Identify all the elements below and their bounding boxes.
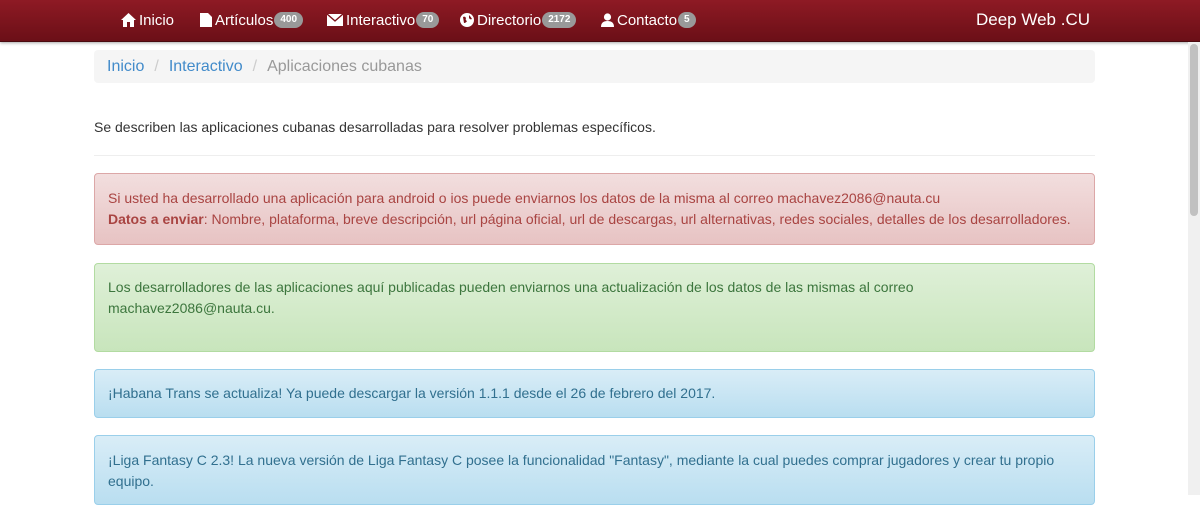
file-icon	[200, 13, 215, 27]
count-badge: 2172	[542, 12, 577, 28]
divider	[94, 155, 1095, 156]
nav-item-interactivo[interactable]: Interactivo 70	[327, 0, 440, 40]
nav-item-label: Interactivo	[346, 11, 416, 29]
alert-text: : Nombre, plataforma, breve descripción,…	[203, 211, 1071, 227]
alert-text: ¡Liga Fantasy C 2.3! La nueva versión de…	[108, 452, 1055, 489]
scrollbar-thumb[interactable]	[1190, 44, 1198, 216]
alert-text: Los desarrolladores de las aplicaciones …	[108, 279, 914, 316]
top-navbar: Inicio Artículos 400 Interactivo 70 Dire…	[0, 0, 1200, 42]
user-icon	[601, 13, 617, 27]
alert-label: Datos a enviar	[108, 211, 204, 227]
globe-icon	[460, 13, 477, 27]
envelope-icon	[327, 14, 346, 26]
vertical-scrollbar[interactable]	[1188, 42, 1200, 495]
alert-text: ¡Habana Trans se actualiza! Ya puede des…	[108, 385, 716, 401]
breadcrumb-separator: /	[154, 57, 159, 75]
nav-item-inicio[interactable]: Inicio	[121, 0, 174, 40]
site-brand[interactable]: Deep Web .CU	[976, 0, 1090, 40]
nav-item-contacto[interactable]: Contacto 5	[601, 0, 696, 40]
count-badge: 5	[678, 12, 696, 28]
breadcrumb-separator: /	[252, 57, 258, 75]
breadcrumb-link-interactivo[interactable]: Interactivo	[169, 58, 243, 76]
breadcrumb-current: Aplicaciones cubanas	[267, 57, 422, 75]
nav-item-directorio[interactable]: Directorio 2172	[460, 0, 577, 40]
nav-item-label: Inicio	[139, 11, 175, 29]
alert-submit-app: Si usted ha desarrollado una aplicación …	[94, 173, 1095, 245]
breadcrumb: Inicio / Interactivo / Aplicaciones cuba…	[94, 50, 1095, 83]
alert-text: Si usted ha desarrollado una aplicación …	[108, 190, 941, 206]
page-intro: Se describen las aplicaciones cubanas de…	[94, 119, 656, 135]
alert-news-habana-trans: ¡Habana Trans se actualiza! Ya puede des…	[94, 369, 1095, 418]
alert-update-info: Los desarrolladores de las aplicaciones …	[94, 263, 1095, 352]
count-badge: 400	[274, 12, 304, 28]
nav-item-label: Directorio	[477, 11, 542, 29]
alert-details: Datos a enviar: Nombre, plataforma, brev…	[108, 209, 1081, 230]
breadcrumb-link-inicio[interactable]: Inicio	[107, 58, 144, 76]
count-badge: 70	[416, 12, 440, 28]
nav-item-label: Contacto	[617, 11, 678, 29]
nav-item-articulos[interactable]: Artículos 400	[200, 0, 304, 40]
nav-item-label: Artículos	[215, 11, 274, 29]
home-icon	[121, 13, 139, 27]
